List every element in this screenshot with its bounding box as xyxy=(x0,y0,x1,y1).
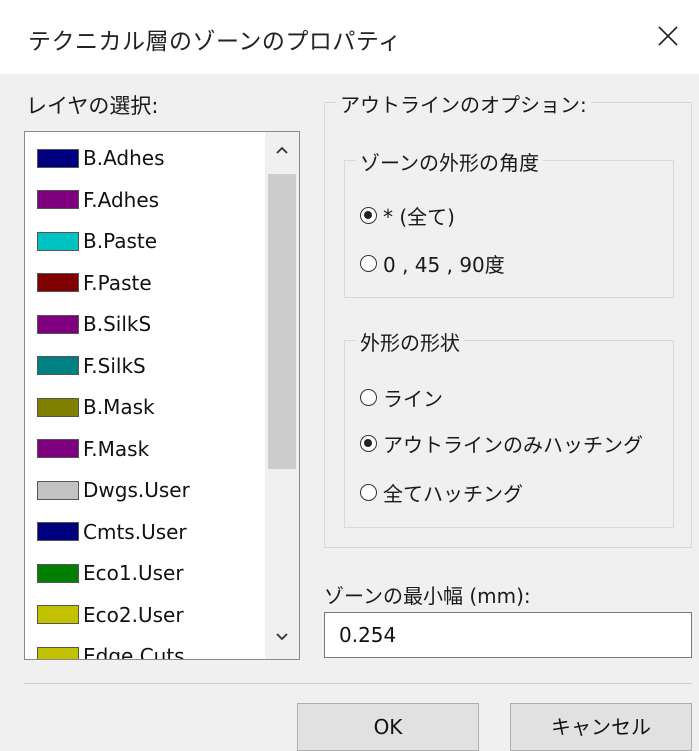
layer-color-swatch xyxy=(37,563,79,583)
radio-label: ライン xyxy=(383,387,443,411)
ok-button[interactable]: OK xyxy=(297,703,479,751)
radio-angle-0-45-90[interactable]: 0 , 45 , 90度 xyxy=(360,249,505,278)
min-width-label: ゾーンの最小幅 (mm): xyxy=(324,584,531,608)
scroll-thumb[interactable] xyxy=(268,174,296,469)
layer-name: F.SilkS xyxy=(83,353,146,378)
layer-name: Eco1.User xyxy=(83,561,184,585)
layer-name: Eco2.User xyxy=(83,602,184,627)
radio-angle-all[interactable]: * (全て) xyxy=(360,201,455,230)
dialog-title: テクニカル層のゾーンのプロパティ xyxy=(28,29,402,55)
layer-item[interactable]: F.Paste xyxy=(37,263,152,303)
layer-name: Cmts.User xyxy=(83,519,187,544)
layer-item[interactable]: F.Adhes xyxy=(37,180,159,220)
layer-item[interactable]: F.Mask xyxy=(37,429,149,469)
layer-color-swatch xyxy=(37,231,79,251)
layer-color-swatch xyxy=(37,148,79,168)
layer-color-swatch xyxy=(37,397,79,417)
layer-item[interactable]: Eco2.User xyxy=(37,595,184,635)
layer-name: B.SilkS xyxy=(83,312,152,336)
chevron-up-icon xyxy=(276,146,288,154)
separator xyxy=(24,683,692,684)
layer-name: F.Paste xyxy=(83,270,152,295)
scroll-up-button[interactable] xyxy=(265,132,299,172)
layer-color-swatch xyxy=(37,646,79,659)
layer-color-swatch xyxy=(37,605,79,624)
radio-shape-line[interactable]: ライン xyxy=(360,383,443,412)
layer-name: F.Adhes xyxy=(83,187,160,212)
shape-group-label: 外形の形状 xyxy=(356,327,464,356)
radio-button[interactable] xyxy=(360,207,377,224)
layer-list-scrollbar[interactable] xyxy=(265,132,299,659)
layer-item[interactable]: Edge.Cuts xyxy=(37,636,185,660)
layer-item[interactable]: F.SilkS xyxy=(37,346,146,386)
angle-group-label: ゾーンの外形の角度 xyxy=(356,147,543,176)
layer-name: B.Mask xyxy=(83,395,155,419)
layer-item[interactable]: B.Adhes xyxy=(37,138,165,178)
layer-item[interactable]: Eco1.User xyxy=(37,553,184,593)
scroll-down-button[interactable] xyxy=(265,619,299,659)
layer-select-label: レイヤの選択: xyxy=(26,94,159,118)
layer-color-swatch xyxy=(37,356,79,375)
close-button[interactable] xyxy=(646,14,690,58)
zone-properties-dialog: テクニカル層のゾーンのプロパティ レイヤの選択: B.Adhes F.Adhes B… xyxy=(0,0,699,751)
radio-button[interactable] xyxy=(360,255,377,272)
radio-shape-full-hatch[interactable]: 全てハッチング xyxy=(360,478,523,507)
layer-name: B.Paste xyxy=(83,229,158,253)
radio-button[interactable] xyxy=(360,435,377,452)
radio-label: アウトラインのみハッチング xyxy=(383,433,643,457)
layer-color-swatch xyxy=(37,480,79,500)
radio-button[interactable] xyxy=(360,389,377,406)
outline-options-label: アウトラインのオプション: xyxy=(336,89,591,118)
layer-item[interactable]: B.Paste xyxy=(37,221,157,261)
radio-label: * (全て) xyxy=(383,205,455,229)
layer-color-swatch xyxy=(37,439,79,458)
chevron-down-icon xyxy=(276,633,288,641)
layer-color-swatch xyxy=(37,190,79,209)
layer-name: F.Mask xyxy=(83,436,150,461)
layer-item[interactable]: Cmts.User xyxy=(37,512,187,552)
layer-name: B.Adhes xyxy=(83,146,165,170)
radio-label: 全てハッチング xyxy=(383,482,523,506)
layer-color-swatch xyxy=(37,273,79,292)
layer-item[interactable]: B.SilkS xyxy=(37,304,151,344)
min-width-input[interactable]: 0.254 xyxy=(324,612,692,658)
radio-shape-outline-hatch[interactable]: アウトラインのみハッチング xyxy=(360,429,643,458)
layer-name: Edge.Cuts xyxy=(83,644,185,660)
cancel-button[interactable]: キャンセル xyxy=(510,703,692,751)
layer-list[interactable]: B.Adhes F.Adhes B.Paste F.Paste B.SilkS F.Sil… xyxy=(24,131,300,660)
radio-button[interactable] xyxy=(360,484,377,501)
close-icon xyxy=(658,26,678,46)
layer-color-swatch xyxy=(37,522,79,541)
layer-item[interactable]: B.Mask xyxy=(37,387,155,427)
layer-name: Dwgs.User xyxy=(83,478,190,502)
title-bar: テクニカル層のゾーンのプロパティ xyxy=(0,0,699,74)
layer-item[interactable]: Dwgs.User xyxy=(37,470,190,510)
radio-label: 0 , 45 , 90度 xyxy=(383,253,505,277)
layer-color-swatch xyxy=(37,314,79,334)
